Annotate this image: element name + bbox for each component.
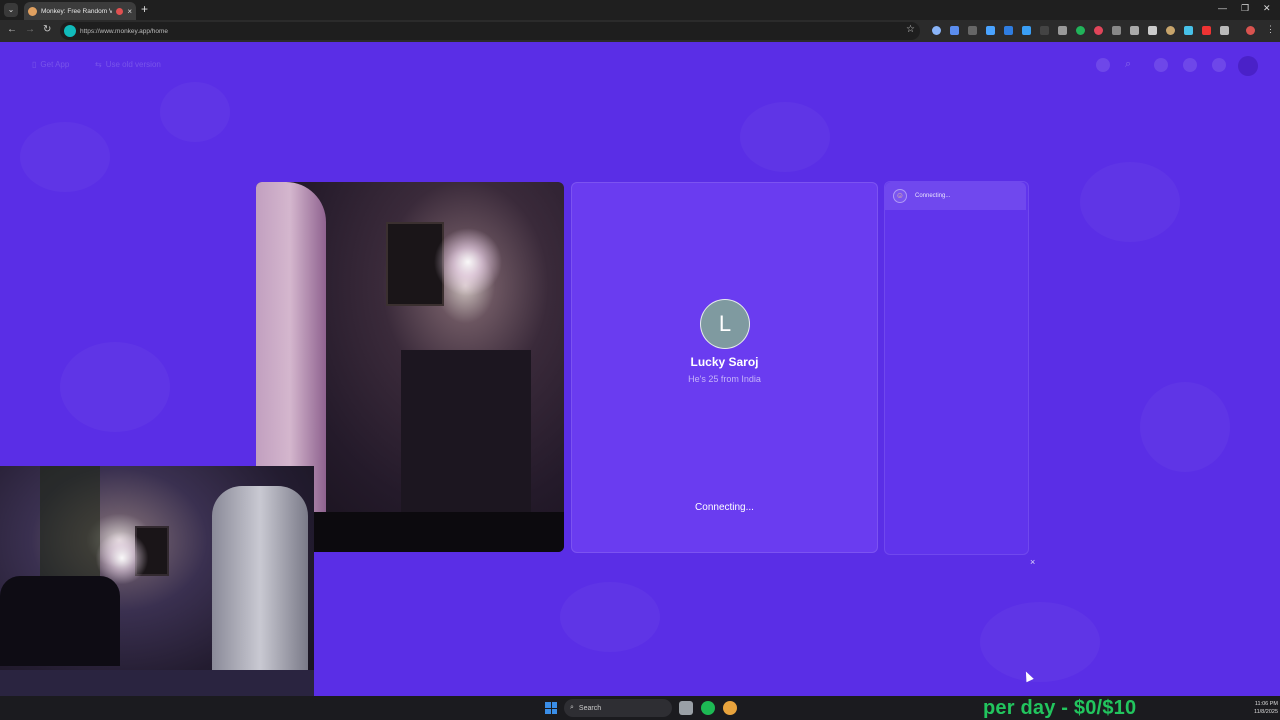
- extension-icon[interactable]: [1166, 26, 1175, 35]
- extension-icon[interactable]: [932, 26, 941, 35]
- bookmark-star-icon[interactable]: ☆: [906, 24, 915, 35]
- tab-search-icon[interactable]: ⌄: [4, 3, 18, 17]
- task-view-icon[interactable]: [679, 701, 693, 715]
- recording-indicator-icon: [116, 7, 124, 15]
- clock-time: 11:06 PM: [1254, 701, 1278, 707]
- connection-status: Connecting...: [695, 502, 754, 513]
- browser-toolbar: ← → ↻ https://www.monkey.app/home ☆ ⋮: [0, 20, 1280, 42]
- tab-title: Monkey: Free Random Video: [41, 7, 113, 15]
- minimize-button[interactable]: —: [1218, 3, 1227, 13]
- monkey-favicon-icon: [28, 6, 37, 16]
- site-info-icon[interactable]: [64, 25, 76, 37]
- extension-icon[interactable]: [950, 26, 959, 35]
- get-app-link[interactable]: ▯ Get App: [32, 60, 69, 69]
- earnings-overlay-text: per day - $0/$10: [983, 697, 1137, 719]
- tab-close-icon[interactable]: ×: [127, 7, 132, 16]
- search-icon: ⌕: [570, 704, 574, 711]
- chat-header: ☺ Connecting...: [885, 182, 1026, 210]
- chrome-icon[interactable]: [723, 701, 737, 715]
- extension-icon[interactable]: [1202, 26, 1211, 35]
- extension-icon[interactable]: [1130, 26, 1139, 35]
- clock-date: 11/8/2025: [1253, 709, 1278, 715]
- chat-panel: ☺ Connecting...: [884, 181, 1029, 555]
- taskbar-search-label: Search: [578, 704, 602, 712]
- extension-icon[interactable]: [1148, 26, 1157, 35]
- webcam-overlay: [0, 466, 314, 698]
- chat-icon[interactable]: [1212, 58, 1226, 72]
- history-icon[interactable]: [1183, 58, 1197, 72]
- start-windows-icon[interactable]: [545, 702, 557, 714]
- system-clock: 11:06 PM 11/8/2025: [1234, 700, 1278, 716]
- browser-tab[interactable]: Monkey: Free Random Video ×: [24, 2, 136, 20]
- extension-icon[interactable]: [986, 26, 995, 35]
- spotify-icon[interactable]: [701, 701, 715, 715]
- extension-icon[interactable]: [1040, 26, 1049, 35]
- forward-arrow-icon[interactable]: →: [25, 24, 35, 35]
- switch-icon: ⇆: [95, 60, 102, 69]
- old-version-label: Use old version: [105, 60, 161, 69]
- address-bar[interactable]: https://www.monkey.app/home: [60, 22, 920, 40]
- user-avatar[interactable]: [1238, 56, 1258, 76]
- back-arrow-icon[interactable]: ←: [7, 24, 17, 35]
- remote-video-panel: L Lucky Saroj He's 25 from India Connect…: [571, 182, 878, 553]
- phone-icon: ▯: [32, 60, 37, 69]
- coin-icon[interactable]: [1154, 58, 1168, 72]
- close-window-button[interactable]: ✕: [1263, 3, 1271, 14]
- peer-avatar: L: [700, 299, 750, 349]
- peer-subtitle: He's 25 from India: [688, 374, 761, 384]
- extensions-puzzle-icon[interactable]: [1220, 26, 1229, 35]
- profile-avatar-icon[interactable]: [1246, 26, 1255, 35]
- browser-tab-strip: ⌄ Monkey: Free Random Video × + — ❐ ✕: [0, 0, 1280, 20]
- extension-icon[interactable]: [1022, 26, 1031, 35]
- extension-icon[interactable]: [1094, 26, 1103, 35]
- home-icon[interactable]: [1096, 58, 1110, 72]
- peer-name: Lucky Saroj: [690, 355, 759, 369]
- monkey-icon: ☺: [893, 189, 907, 203]
- extension-icon[interactable]: [968, 26, 977, 35]
- url-text: https://www.monkey.app/home: [80, 27, 169, 35]
- get-app-label: Get App: [40, 60, 70, 69]
- chat-status: Connecting...: [915, 193, 951, 199]
- extension-icon[interactable]: [1184, 26, 1193, 35]
- new-tab-button[interactable]: +: [141, 2, 148, 16]
- extension-icon[interactable]: [1058, 26, 1067, 35]
- extension-icon[interactable]: [1076, 26, 1085, 35]
- browser-menu-icon[interactable]: ⋮: [1266, 24, 1275, 34]
- maximize-button[interactable]: ❐: [1241, 3, 1249, 14]
- old-version-link[interactable]: ⇆ Use old version: [95, 60, 161, 69]
- reload-icon[interactable]: ↻: [43, 24, 51, 35]
- taskbar-search[interactable]: ⌕ Search: [564, 699, 672, 717]
- close-icon[interactable]: ×: [1030, 557, 1035, 567]
- search-icon[interactable]: ⌕: [1125, 58, 1139, 72]
- extension-icon[interactable]: [1004, 26, 1013, 35]
- extension-icon[interactable]: [1112, 26, 1121, 35]
